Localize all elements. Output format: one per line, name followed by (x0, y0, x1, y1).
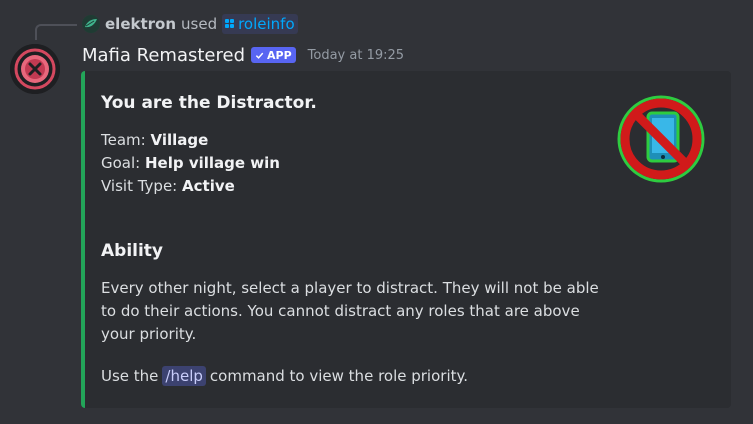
slash-command-pill[interactable]: roleinfo (222, 14, 298, 34)
reply-connector (35, 24, 77, 40)
team-value: Village (150, 131, 209, 149)
visit-type-label: Visit Type: (101, 177, 178, 195)
ability-description: Every other night, select a player to di… (101, 279, 599, 343)
help-suffix: command to view the role priority. (209, 367, 468, 385)
message-header: Mafia Remastered APP Today at 19:25 (82, 42, 404, 68)
goal-label: Goal: (101, 154, 141, 172)
reply-username[interactable]: elektron (105, 15, 176, 33)
bot-username[interactable]: Mafia Remastered (82, 45, 245, 66)
leaf-icon (82, 15, 100, 33)
team-label: Team: (101, 131, 146, 149)
command-reply-header: elektron used roleinfo (82, 13, 298, 35)
slash-command-name: roleinfo (238, 15, 295, 33)
goal-value: Help village win (145, 154, 280, 172)
reply-user-avatar[interactable] (82, 15, 100, 33)
checkmark-icon (255, 52, 264, 59)
embed-thumbnail[interactable] (615, 93, 707, 185)
app-badge: APP (251, 47, 296, 63)
app-badge-label: APP (267, 48, 292, 62)
help-command-mention[interactable]: /help (162, 366, 206, 386)
mafia-logo-icon (10, 44, 60, 94)
reply-used-text: used (181, 15, 218, 33)
ability-heading: Ability (101, 241, 164, 261)
goal-line: Goal: Help village win (101, 154, 280, 172)
no-phone-icon (617, 95, 705, 183)
help-prefix: Use the (101, 367, 159, 385)
embed-accent-bar (81, 71, 85, 408)
visit-type-value: Active (182, 177, 235, 195)
help-hint: Use the /help command to view the role p… (101, 366, 468, 386)
command-icon (225, 19, 235, 29)
chat-message: elektron used roleinfo Mafia Remastered … (0, 0, 753, 424)
visit-type-line: Visit Type: Active (101, 177, 235, 195)
role-embed: You are the Distractor. Team: Village Go… (81, 71, 731, 408)
message-timestamp[interactable]: Today at 19:25 (308, 48, 404, 63)
team-line: Team: Village (101, 131, 208, 149)
bot-avatar[interactable] (10, 44, 60, 94)
embed-title: You are the Distractor. (101, 93, 317, 113)
